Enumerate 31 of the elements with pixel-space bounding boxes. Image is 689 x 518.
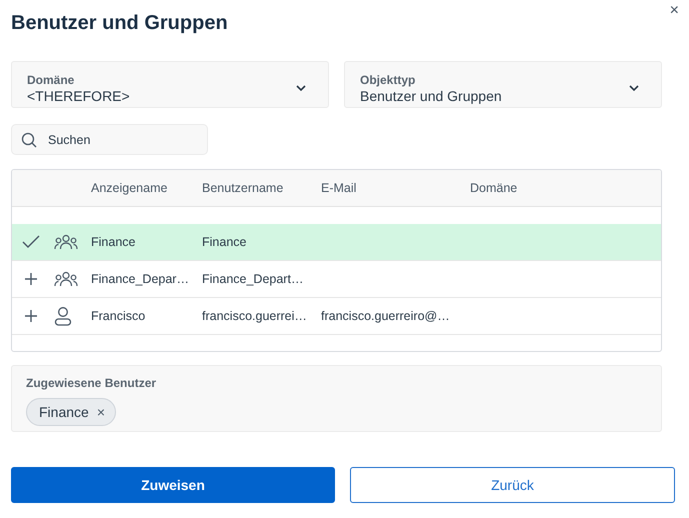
- table-cell: Finance: [202, 235, 246, 249]
- table-cell: Finance: [91, 235, 136, 249]
- panel-label: Zugewiesene Benutzer: [26, 376, 156, 390]
- assign-button[interactable]: Zuweisen: [11, 467, 335, 503]
- group-icon: [54, 271, 78, 287]
- table-cell: Finance_Depart…: [202, 272, 304, 286]
- table-cell: Finance_Depar…: [91, 272, 189, 286]
- remove-button[interactable]: ×: [96, 404, 105, 420]
- dropdown[interactable]: Domäne <THEREFORE>: [11, 61, 329, 108]
- plus-icon[interactable]: [24, 272, 38, 286]
- dialog-title: Benutzer und Gruppen: [11, 12, 229, 36]
- chevron-down-icon: [296, 84, 306, 92]
- search-field[interactable]: Suchen: [11, 124, 208, 155]
- table-cell: francisco.guerrei…: [202, 309, 307, 323]
- table-cell: Francisco: [91, 309, 146, 323]
- column-header: E-Mail: [321, 181, 358, 195]
- column-header: Domäne: [470, 181, 518, 195]
- search-icon: [21, 132, 37, 148]
- check-icon[interactable]: [22, 235, 40, 249]
- close-button[interactable]: ×: [668, 2, 681, 20]
- plus-icon[interactable]: [24, 309, 38, 323]
- back-button[interactable]: Zurück: [350, 467, 675, 503]
- chevron-down-icon: [629, 84, 639, 92]
- column-header: Benutzername: [202, 181, 284, 195]
- column-header: Anzeigename: [91, 181, 168, 195]
- group-icon: [54, 234, 78, 250]
- user-icon: [54, 306, 72, 326]
- table-row[interactable]: Finance Finance: [12, 224, 661, 261]
- dropdown[interactable]: Objekttyp Benutzer und Gruppen: [344, 61, 662, 108]
- user-chip: Finance ×: [26, 398, 116, 426]
- table-cell: francisco.guerreiro@…: [321, 309, 450, 323]
